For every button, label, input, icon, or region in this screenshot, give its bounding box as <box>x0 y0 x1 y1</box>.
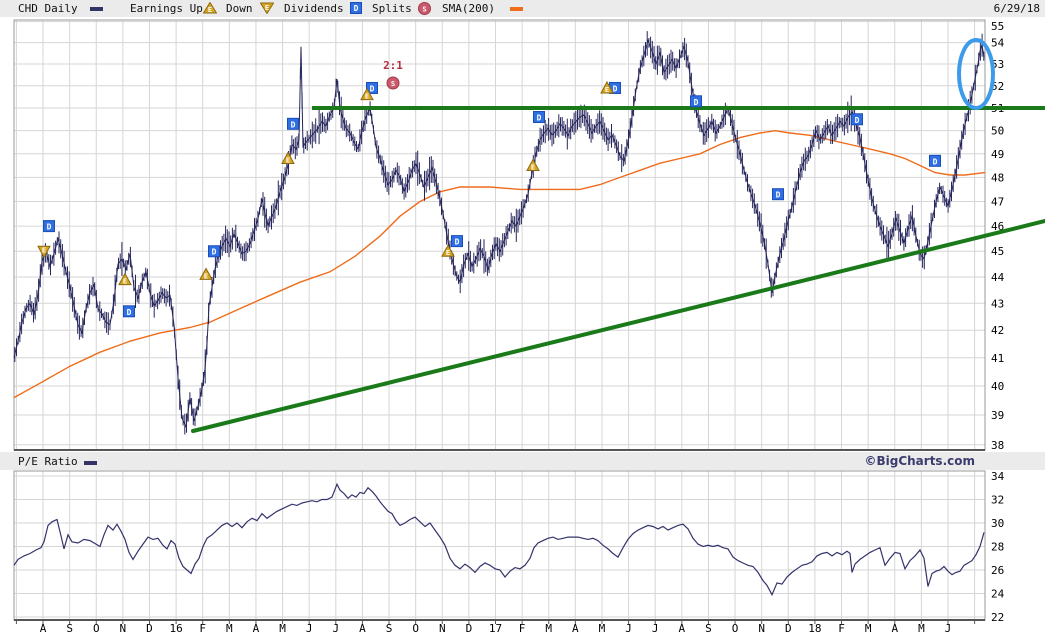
x-axis-month-label: S <box>705 622 712 635</box>
x-axis-month-label: D <box>146 622 153 635</box>
price-axis-label: 41 <box>991 352 1004 365</box>
x-axis-month-label: J <box>625 622 632 635</box>
x-axis-month-label: A <box>359 622 366 635</box>
x-axis-month-label: O <box>93 622 100 635</box>
price-axis-label: 49 <box>991 148 1004 161</box>
x-axis-month-label: 18 <box>808 622 821 635</box>
split-marker-glyph: S <box>391 80 395 88</box>
x-axis-month-label: M <box>545 622 552 635</box>
x-axis-month-label: M <box>226 622 233 635</box>
price-axis-label: 55 <box>991 20 1004 33</box>
x-axis-month-label: N <box>120 622 127 635</box>
x-axis-month-label: D <box>466 622 473 635</box>
main-plot-frame <box>13 19 986 451</box>
pe-axis-label: 22 <box>991 611 1004 624</box>
dividend-marker-glyph: D <box>127 308 132 317</box>
x-axis-month-label: J <box>306 622 313 635</box>
dividend-marker-glyph: D <box>933 157 938 166</box>
earnings-up-marker-glyph: E <box>286 156 290 164</box>
dividend-marker-glyph: D <box>694 98 699 107</box>
price-daily-bars <box>14 31 985 435</box>
x-axis-month-label: F <box>838 622 845 635</box>
x-axis-month-label: J <box>945 622 952 635</box>
price-axis-label: 39 <box>991 409 1004 422</box>
earnings-up-marker-glyph: E <box>123 278 127 286</box>
x-axis-month-label: 16 <box>169 622 182 635</box>
x-axis-month-label: O <box>412 622 419 635</box>
x-axis-month-label: M <box>865 622 872 635</box>
price-axis-label: 47 <box>991 195 1004 208</box>
dividend-marker-glyph: D <box>855 116 860 125</box>
dividend-marker-glyph: D <box>47 223 52 232</box>
pe-axis-label: 34 <box>991 470 1005 483</box>
x-axis-month-label: N <box>758 622 765 635</box>
x-axis-month-label: 17 <box>489 622 502 635</box>
earnings-up-marker-glyph: E <box>365 93 369 101</box>
price-axis-label: 43 <box>991 297 1004 310</box>
x-axis-month-label: A <box>253 622 260 635</box>
x-axis-month-label: S <box>386 622 393 635</box>
x-axis-month-label: A <box>679 622 686 635</box>
x-axis-month-label: M <box>599 622 606 635</box>
price-axis-label: 48 <box>991 171 1004 184</box>
dividend-marker-glyph: D <box>212 248 217 257</box>
x-axis-month-label: M <box>279 622 286 635</box>
earnings-up-marker-glyph: E <box>204 272 208 280</box>
x-axis-month-label: J <box>332 622 339 635</box>
price-axis-label: 42 <box>991 324 1004 337</box>
earnings-up-marker-glyph: E <box>446 249 450 257</box>
x-axis-month-label: M <box>918 622 925 635</box>
price-axis-label: 50 <box>991 125 1004 138</box>
x-axis-month-label: F <box>199 622 206 635</box>
bigcharts-chart-page: CHD Daily Earnings Up E Down E Dividends… <box>0 0 1045 635</box>
x-axis-month-label: S <box>66 622 73 635</box>
x-axis-month-label: N <box>439 622 446 635</box>
dividend-marker-glyph: D <box>291 120 296 129</box>
pe-ratio-line <box>13 482 985 597</box>
pe-plot-frame <box>13 470 986 621</box>
pe-axis-label: 30 <box>991 517 1004 530</box>
split-ratio-label: 2:1 <box>383 59 403 72</box>
price-axis-label: 45 <box>991 245 1004 258</box>
price-axis-label: 40 <box>991 380 1004 393</box>
price-axis-label: 38 <box>991 439 1004 452</box>
dividend-marker-glyph: D <box>613 84 618 93</box>
earnings-down-marker-glyph: E <box>42 247 46 255</box>
x-axis-month-label: F <box>519 622 526 635</box>
x-axis-month-label: O <box>732 622 739 635</box>
x-axis-month-label: A <box>40 622 47 635</box>
dividend-marker-glyph: D <box>370 84 375 93</box>
price-axis-label: 44 <box>991 271 1005 284</box>
x-axis-month-label: A <box>572 622 579 635</box>
earnings-up-marker-glyph: E <box>605 86 609 94</box>
earnings-up-marker-glyph: E <box>531 164 535 172</box>
price-and-pe-chart: 5554535251504948474645444342414039383432… <box>13 19 1045 635</box>
price-line <box>13 38 985 429</box>
x-axis-month-label: J <box>652 622 659 635</box>
dividend-marker-glyph: D <box>776 191 781 200</box>
pe-axis-label: 32 <box>991 494 1004 507</box>
dividend-marker-glyph: D <box>455 238 460 247</box>
pe-axis-label: 28 <box>991 541 1004 554</box>
x-axis-month-label: A <box>891 622 898 635</box>
pe-axis-label: 24 <box>991 588 1005 601</box>
dividend-marker-glyph: D <box>537 114 542 123</box>
x-axis-month-label: D <box>785 622 792 635</box>
support-trendline <box>191 219 1045 433</box>
price-axis-label: 54 <box>991 37 1005 50</box>
pe-axis-label: 26 <box>991 564 1004 577</box>
